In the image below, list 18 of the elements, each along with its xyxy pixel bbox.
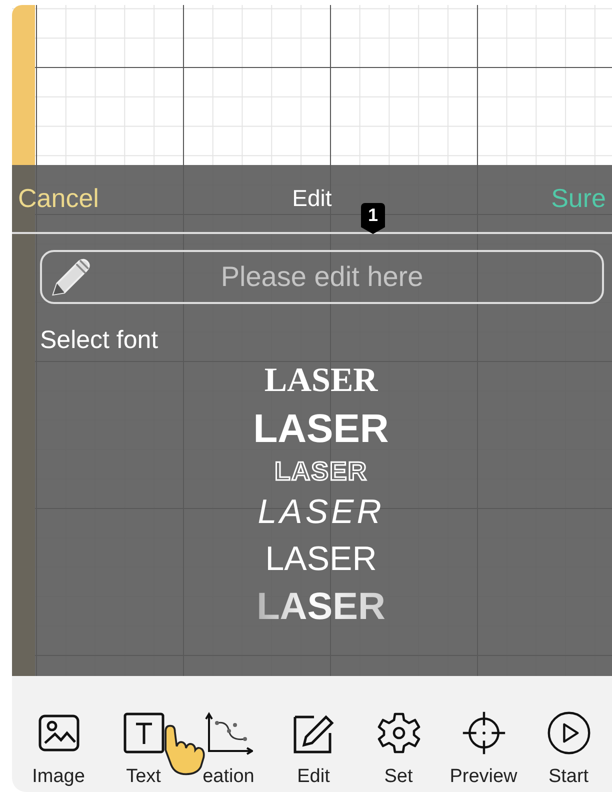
dialog-title: Edit — [292, 185, 332, 212]
select-font-label: Select font — [40, 326, 160, 355]
toolbar-button[interactable]: Start — [526, 710, 611, 788]
toolbar-button[interactable]: Preview — [441, 710, 526, 788]
toolbar-button[interactable]: Edit — [271, 710, 356, 788]
settings-icon — [376, 710, 420, 756]
curve-graph-icon — [204, 710, 252, 756]
text-input-field[interactable]: Please edit here — [40, 250, 604, 304]
font-option[interactable]: LASER — [256, 452, 368, 489]
font-option[interactable]: LASER — [247, 536, 377, 581]
marker-badge: 1 — [361, 203, 386, 234]
toolbar-button[interactable]: Set — [356, 710, 441, 788]
font-option[interactable]: LASER — [240, 488, 384, 537]
font-option[interactable]: LASER — [235, 404, 389, 453]
toolbar-button[interactable]: Image — [16, 710, 101, 788]
cancel-button[interactable]: Cancel — [12, 183, 105, 214]
font-option[interactable]: LASER — [246, 357, 378, 405]
text-icon — [122, 710, 166, 756]
